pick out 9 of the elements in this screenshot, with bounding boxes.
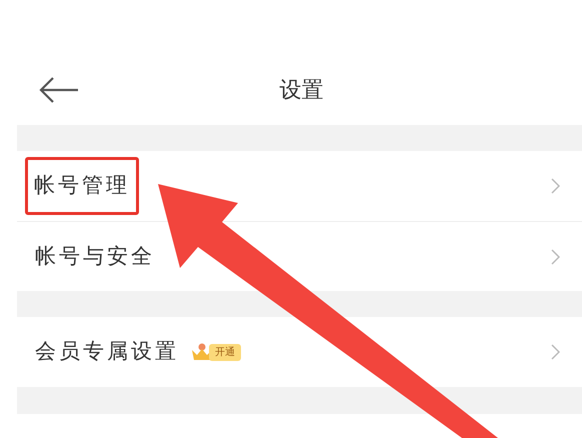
page-title: 设置 bbox=[280, 77, 324, 105]
row-label: 帐号管理 bbox=[34, 173, 130, 198]
chevron-right-icon bbox=[551, 344, 560, 360]
back-icon[interactable] bbox=[39, 76, 79, 104]
chevron-right-icon bbox=[551, 248, 560, 264]
row-label: 会员专属设置 bbox=[35, 338, 179, 366]
chevron-right-icon bbox=[551, 178, 560, 194]
vip-badge[interactable]: 开通 bbox=[209, 344, 241, 360]
row-label: 帐号与安全 bbox=[35, 242, 155, 270]
